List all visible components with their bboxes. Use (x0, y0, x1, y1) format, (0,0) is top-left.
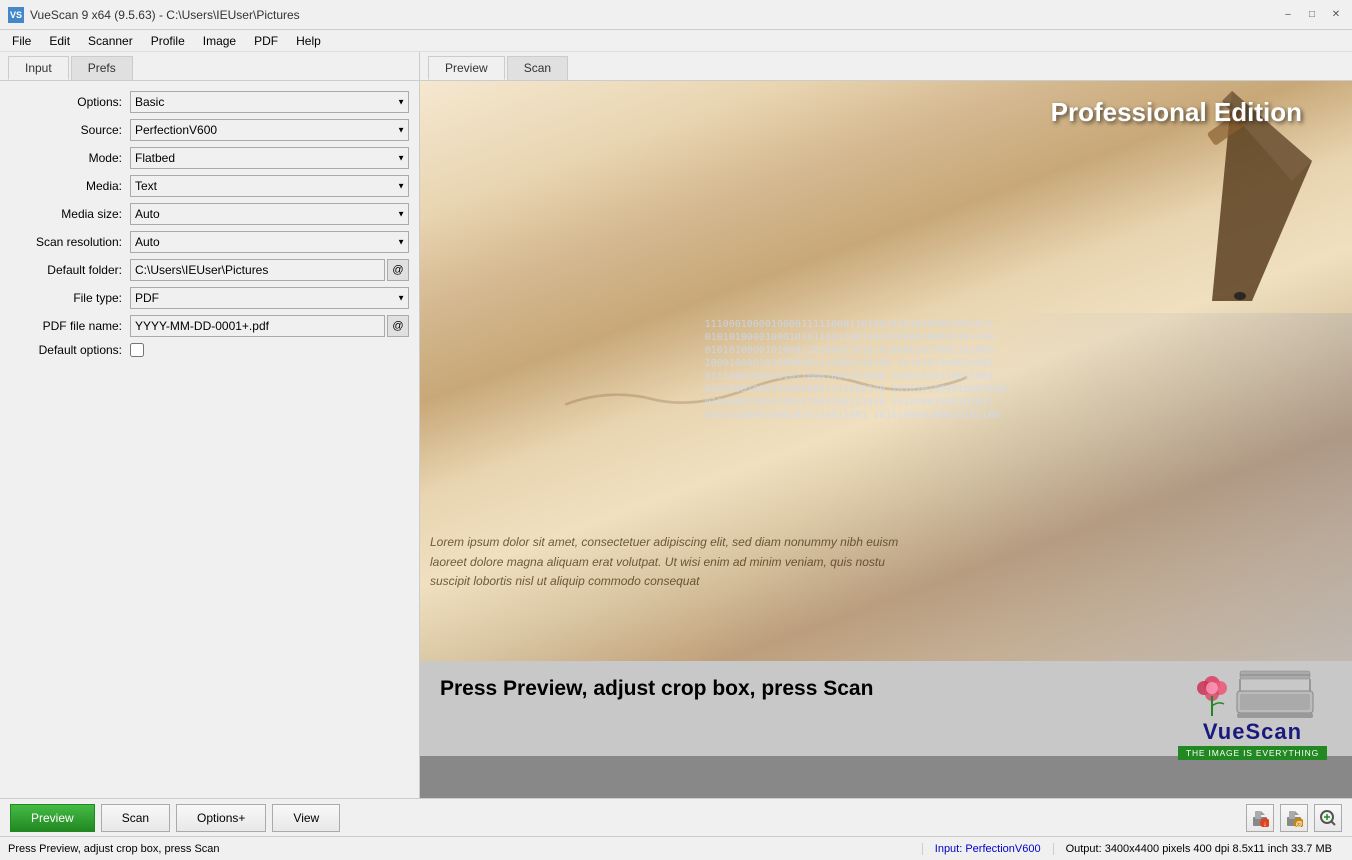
scan-visual: Professional Edition Lorem ipsum dolor s… (420, 81, 1352, 661)
titlebar: VS VueScan 9 x64 (9.5.63) - C:\Users\IEU… (0, 0, 1352, 30)
statusbar-mid: Input: PerfectionV600 (922, 843, 1054, 855)
media-size-select[interactable]: Auto Letter Legal A4 (130, 203, 409, 225)
pdf-filename-row: PDF file name: YYYY-MM-DD-0001+.pdf @ (10, 315, 409, 337)
source-row: Source: PerfectionV600 ▼ (10, 119, 409, 141)
vuescan-logo-img (1190, 666, 1315, 721)
options-label: Options: (10, 95, 130, 109)
scan-resolution-select-wrap: Auto 75 150 300 600 1200 ▼ (130, 231, 409, 253)
flower-icon (1190, 666, 1235, 721)
titlebar-left: VS VueScan 9 x64 (9.5.63) - C:\Users\IEU… (8, 7, 300, 23)
svg-text:@: @ (1296, 821, 1303, 827)
vuescan-slogan: THE IMAGE IS EVERYTHING (1178, 746, 1327, 760)
scan-resolution-label: Scan resolution: (10, 235, 130, 249)
preview-button[interactable]: Preview (10, 804, 95, 832)
preview-area: Professional Edition Lorem ipsum dolor s… (420, 81, 1352, 798)
scanner-icon (1235, 666, 1315, 721)
media-select[interactable]: Text Photo Slide Negative (130, 175, 409, 197)
scan-to-file-button[interactable]: ↓ (1246, 804, 1274, 832)
default-folder-select-wrap: C:\Users\IEUser\Pictures (130, 259, 385, 281)
menu-edit[interactable]: Edit (41, 32, 78, 50)
mode-select[interactable]: Flatbed Transparency ADF (130, 147, 409, 169)
mode-label: Mode: (10, 151, 130, 165)
default-options-row: Default options: (10, 343, 409, 357)
menu-scanner[interactable]: Scanner (80, 32, 141, 50)
window-title: VueScan 9 x64 (9.5.63) - C:\Users\IEUser… (30, 8, 300, 22)
right-panel: Preview Scan (420, 52, 1352, 798)
menu-pdf[interactable]: PDF (246, 32, 286, 50)
default-options-checkbox[interactable] (130, 343, 144, 357)
source-select[interactable]: PerfectionV600 (130, 119, 409, 141)
options-row: Options: Basic Advanced ▼ (10, 91, 409, 113)
preview-tab-preview[interactable]: Preview (428, 56, 505, 80)
vuescan-brand-name: VueScan (1203, 719, 1302, 745)
maximize-button[interactable]: □ (1304, 7, 1320, 23)
file-type-row: File type: PDF JPEG TIFF PNG ▼ (10, 287, 409, 309)
scan-resolution-select[interactable]: Auto 75 150 300 600 1200 (130, 231, 409, 253)
vuescan-logo-area: VueScan THE IMAGE IS EVERYTHING (1178, 666, 1327, 760)
window-controls[interactable]: – □ ✕ (1280, 7, 1344, 23)
default-folder-select[interactable]: C:\Users\IEUser\Pictures (130, 259, 385, 281)
close-button[interactable]: ✕ (1328, 7, 1344, 23)
preview-image: Professional Edition Lorem ipsum dolor s… (420, 81, 1352, 661)
file-type-select[interactable]: PDF JPEG TIFF PNG (130, 287, 409, 309)
default-folder-wrap: C:\Users\IEUser\Pictures @ (130, 259, 409, 281)
media-size-select-wrap: Auto Letter Legal A4 ▼ (130, 203, 409, 225)
minimize-button[interactable]: – (1280, 7, 1296, 23)
menubar: File Edit Scanner Profile Image PDF Help (0, 30, 1352, 52)
left-panel: Input Prefs Options: Basic Advanced ▼ So… (0, 52, 420, 798)
menu-profile[interactable]: Profile (143, 32, 193, 50)
pdf-filename-select-wrap: YYYY-MM-DD-0001+.pdf (130, 315, 385, 337)
scan-button[interactable]: Scan (101, 804, 170, 832)
options-plus-button[interactable]: Options+ (176, 804, 266, 832)
pdf-filename-label: PDF file name: (10, 319, 130, 333)
scan-to-email-button[interactable]: @ (1280, 804, 1308, 832)
options-select[interactable]: Basic Advanced (130, 91, 409, 113)
default-folder-label: Default folder: (10, 263, 130, 277)
menu-help[interactable]: Help (288, 32, 329, 50)
media-size-label: Media size: (10, 207, 130, 221)
pdf-filename-wrap: YYYY-MM-DD-0001+.pdf @ (130, 315, 409, 337)
svg-text:↓: ↓ (1263, 821, 1267, 827)
view-button[interactable]: View (272, 804, 340, 832)
pro-edition-text: Professional Edition (1051, 97, 1302, 128)
binary-overlay: 1110001000010000111110001101001010101000… (700, 313, 1352, 661)
preview-bottom: Press Preview, adjust crop box, press Sc… (420, 661, 1352, 756)
tab-prefs[interactable]: Prefs (71, 56, 133, 80)
statusbar-left: Press Preview, adjust crop box, press Sc… (8, 843, 922, 855)
media-select-wrap: Text Photo Slide Negative ▼ (130, 175, 409, 197)
media-row: Media: Text Photo Slide Negative ▼ (10, 175, 409, 197)
menu-image[interactable]: Image (195, 32, 244, 50)
mode-select-wrap: Flatbed Transparency ADF ▼ (130, 147, 409, 169)
pdf-filename-at-button[interactable]: @ (387, 315, 409, 337)
options-select-wrap: Basic Advanced ▼ (130, 91, 409, 113)
main-layout: Input Prefs Options: Basic Advanced ▼ So… (0, 52, 1352, 798)
default-options-label: Default options: (10, 343, 130, 357)
menu-file[interactable]: File (4, 32, 39, 50)
scan-resolution-row: Scan resolution: Auto 75 150 300 600 120… (10, 231, 409, 253)
file-type-label: File type: (10, 291, 130, 305)
default-folder-row: Default folder: C:\Users\IEUser\Pictures… (10, 259, 409, 281)
tab-input[interactable]: Input (8, 56, 69, 80)
default-folder-at-button[interactable]: @ (387, 259, 409, 281)
left-tabs: Input Prefs (0, 52, 419, 81)
preview-tab-scan[interactable]: Scan (507, 56, 568, 80)
source-select-wrap: PerfectionV600 ▼ (130, 119, 409, 141)
mode-row: Mode: Flatbed Transparency ADF ▼ (10, 147, 409, 169)
source-label: Source: (10, 123, 130, 137)
pdf-filename-select[interactable]: YYYY-MM-DD-0001+.pdf (130, 315, 385, 337)
file-type-select-wrap: PDF JPEG TIFF PNG ▼ (130, 287, 409, 309)
app-icon: VS (8, 7, 24, 23)
statusbar: Press Preview, adjust crop box, press Sc… (0, 836, 1352, 860)
media-size-row: Media size: Auto Letter Legal A4 ▼ (10, 203, 409, 225)
statusbar-right: Output: 3400x4400 pixels 400 dpi 8.5x11 … (1054, 843, 1344, 855)
preview-tabs: Preview Scan (420, 52, 1352, 81)
bottom-toolbar: Preview Scan Options+ View ↓ @ (0, 798, 1352, 836)
media-label: Media: (10, 179, 130, 193)
input-form: Options: Basic Advanced ▼ Source: Perfec… (0, 81, 419, 798)
zoom-button[interactable] (1314, 804, 1342, 832)
